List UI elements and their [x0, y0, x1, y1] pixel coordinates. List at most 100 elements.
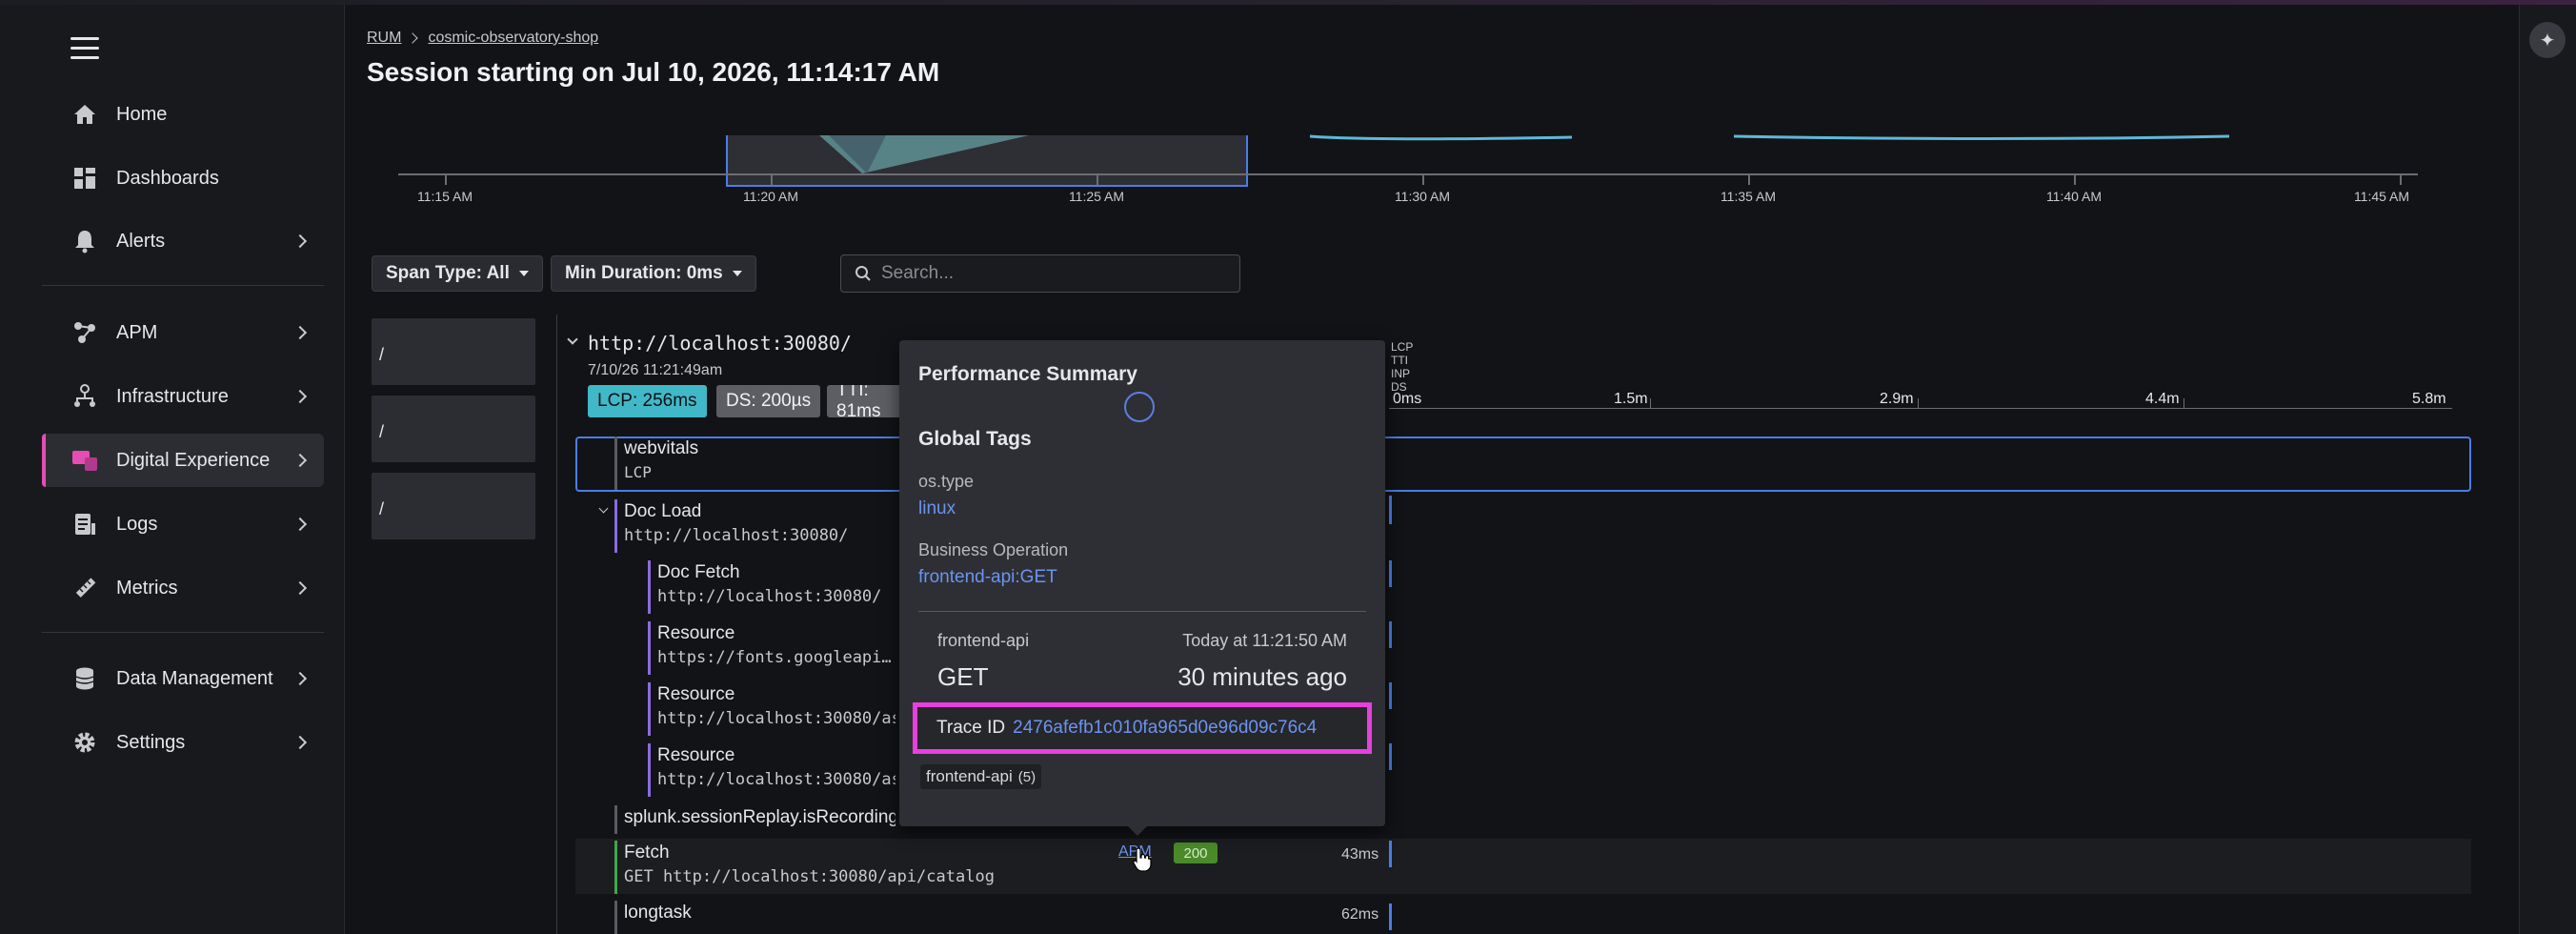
page-list-item[interactable]: / — [372, 396, 535, 462]
span-indent-bar — [614, 437, 617, 490]
sidebar-item-apm[interactable]: APM — [42, 306, 324, 359]
tag-key: Business Operation — [918, 540, 1069, 559]
span-duration: 62ms — [1341, 906, 1379, 923]
sidebar-item-label: Digital Experience — [116, 449, 271, 471]
database-icon — [70, 664, 99, 693]
chevron-right-icon — [292, 671, 308, 686]
loading-spinner-icon — [1124, 392, 1155, 422]
chevron-right-icon — [292, 580, 308, 596]
span-name: Fetch — [624, 843, 670, 863]
tag-value-link[interactable]: linux — [918, 498, 956, 519]
sidebar-item-infrastructure[interactable]: Infrastructure — [42, 370, 324, 423]
breadcrumb-app-link[interactable]: cosmic-observatory-shop — [428, 30, 598, 47]
home-icon — [70, 100, 99, 129]
sidebar-item-metrics[interactable]: Metrics — [42, 561, 324, 615]
waterfall-span-bar — [1389, 621, 1392, 648]
breadcrumb: RUM cosmic-observatory-shop — [367, 30, 598, 47]
span-type-dropdown[interactable]: Span Type: All — [372, 255, 543, 292]
root-page-date: 7/10/26 11:21:49am — [588, 362, 723, 378]
infrastructure-icon — [70, 382, 99, 411]
span-row[interactable]: Resource http://localhost:30080/ass — [648, 743, 896, 797]
timeline-tick-label: 11:45 AM — [2353, 189, 2410, 204]
sidebar-divider — [42, 632, 324, 633]
sidebar-item-label: Alerts — [116, 230, 166, 252]
span-duration: 43ms — [1341, 846, 1379, 863]
span-row[interactable]: Resource http://localhost:30080/ass — [648, 682, 896, 736]
trace-time: Today at 11:21:50 AM — [1182, 631, 1347, 650]
span-detail: LCP — [624, 463, 652, 481]
trace-service: frontend-api — [937, 631, 1030, 650]
page-list-item[interactable]: / — [372, 473, 535, 539]
right-rail: ✦ — [2519, 5, 2576, 934]
page-title: Session starting on Jul 10, 2026, 11:14:… — [367, 57, 940, 87]
timeline-tick — [2074, 173, 2076, 185]
sidebar-item-dashboards[interactable]: Dashboards — [42, 152, 324, 205]
span-row[interactable]: Resource https://fonts.googleapi… ys — [648, 621, 896, 675]
tooltip-title: Performance Summary — [918, 363, 1137, 385]
span-row[interactable]: longtask — [614, 901, 900, 934]
waterfall-span-bar — [1389, 841, 1392, 867]
span-row[interactable]: Doc Load http://localhost:30080/ — [614, 499, 900, 553]
sidebar-item-home[interactable]: Home — [42, 88, 324, 141]
session-timeline[interactable]: 11:15 AM 11:20 AM 11:25 AM 11:30 AM 11:3… — [372, 133, 2429, 204]
search-input[interactable] — [881, 263, 1224, 284]
bell-icon — [70, 227, 99, 255]
span-detail: http://localhost:30080/ass — [657, 709, 896, 728]
sidebar-item-digital-experience[interactable]: Digital Experience — [42, 434, 324, 487]
caret-down-icon — [518, 271, 529, 276]
span-indent-bar — [648, 621, 651, 675]
ds-pill[interactable]: DS: 200µs — [716, 385, 821, 417]
chevron-right-icon — [292, 325, 308, 340]
tooltip-pointer — [1128, 826, 1147, 836]
span-name: Doc Load — [624, 501, 702, 521]
span-type-label: Span Type: All — [386, 263, 510, 283]
span-indent-bar — [648, 743, 651, 797]
span-name: Doc Fetch — [657, 562, 740, 582]
top-accent-bar — [0, 0, 2576, 5]
sidebar-item-label: Infrastructure — [116, 385, 229, 407]
waterfall-span-bar — [1389, 560, 1392, 587]
timeline-tick-label: 11:30 AM — [1394, 189, 1451, 204]
page-list-item[interactable]: / — [372, 318, 535, 385]
tti-pill[interactable]: TTI: 81ms — [827, 385, 903, 417]
gear-icon — [70, 728, 99, 757]
legend-lcp: LCP — [1391, 340, 1414, 354]
breadcrumb-rum-link[interactable]: RUM — [367, 30, 401, 47]
span-detail: http://localhost:30080/ass — [657, 770, 896, 789]
lcp-pill[interactable]: LCP: 256ms — [588, 385, 707, 417]
timeline-tick — [1422, 173, 1424, 185]
waterfall-tick-label: 1.5m — [1614, 391, 1648, 407]
service-chip-count: (5) — [1017, 768, 1036, 785]
chevron-right-icon — [292, 453, 308, 468]
sidebar-item-settings[interactable]: Settings — [42, 716, 324, 769]
search-field[interactable] — [840, 254, 1240, 293]
span-indent-bar — [648, 682, 651, 736]
timeline-tick-label: 11:15 AM — [416, 189, 473, 204]
span-indent-bar — [614, 499, 617, 553]
trace-id-link[interactable]: 2476afefb1c010fa965d0e96d09c76c4 — [1013, 718, 1317, 739]
waterfall-tick-label: 0ms — [1393, 391, 1422, 407]
span-detail: http://localhost:30080/ — [657, 587, 882, 606]
timeline-tick — [2400, 173, 2402, 185]
sidebar-item-data-management[interactable]: Data Management — [42, 652, 324, 705]
tag-value-link[interactable]: frontend-api:GET — [918, 567, 1057, 588]
trace-id-row[interactable]: Trace ID 2476afefb1c010fa965d0e96d09c76c… — [913, 702, 1372, 754]
timeline-tick — [445, 173, 447, 185]
sidebar-item-logs[interactable]: Logs — [42, 497, 324, 551]
legend-inp: INP — [1391, 367, 1411, 380]
chevron-right-icon — [292, 389, 308, 404]
span-row[interactable]: splunk.sessionReplay.isRecording — [614, 805, 896, 834]
ai-assistant-button[interactable]: ✦ — [2529, 22, 2566, 58]
sidebar-item-alerts[interactable]: Alerts — [42, 214, 324, 268]
min-duration-label: Min Duration: 0ms — [565, 263, 723, 283]
tooltip-divider — [918, 611, 1366, 612]
span-row[interactable]: Fetch GET http://localhost:30080/api/cat… — [614, 841, 1110, 894]
service-chip: frontend-api (5) — [920, 764, 1042, 789]
sidebar-item-label: Dashboards — [116, 167, 219, 189]
span-row[interactable]: Doc Fetch http://localhost:30080/ — [648, 560, 896, 614]
timeline-selection-brush[interactable] — [726, 135, 1248, 187]
sidebar-item-label: Data Management — [116, 667, 273, 689]
hamburger-menu-icon[interactable] — [70, 37, 99, 62]
min-duration-dropdown[interactable]: Min Duration: 0ms — [551, 255, 756, 292]
waterfall-legend: LCP TTI INP DS — [1391, 340, 1413, 394]
